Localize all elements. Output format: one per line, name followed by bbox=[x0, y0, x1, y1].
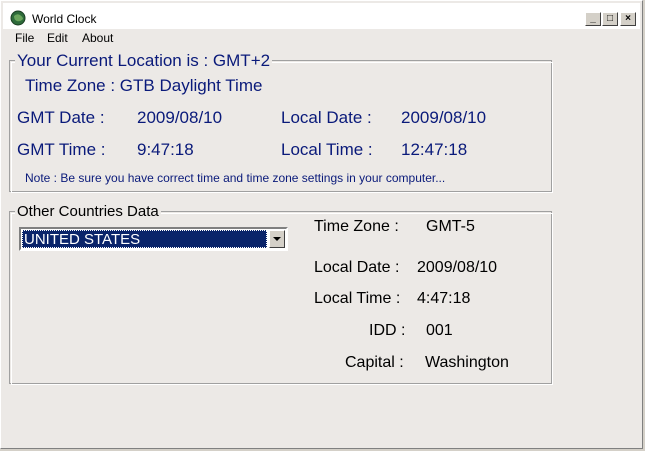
gmt-date-label: GMT Date : bbox=[17, 108, 105, 127]
other-timezone-value: GMT-5 bbox=[426, 218, 475, 235]
local-date-label: Local Date : bbox=[281, 108, 372, 127]
other-local-date-value: 2009/08/10 bbox=[417, 259, 498, 276]
close-button[interactable]: × bbox=[620, 12, 636, 26]
menu-about[interactable]: About bbox=[82, 31, 113, 45]
capital-label: Capital : bbox=[345, 354, 404, 371]
current-timezone-label: Time Zone : GTB Daylight Time bbox=[25, 76, 263, 95]
idd-label: IDD : bbox=[369, 322, 406, 339]
menu-bar: File Edit About bbox=[3, 29, 640, 47]
gmt-date-value: 2009/08/10 bbox=[137, 108, 223, 127]
other-local-time-value: 4:47:18 bbox=[417, 290, 471, 307]
gmt-time-label: GMT Time : bbox=[17, 140, 106, 159]
settings-note: Note : Be sure you have correct time and… bbox=[25, 171, 446, 185]
world-clock-window: World Clock _ □ × File Edit About Your C… bbox=[0, 0, 643, 449]
country-select-value: UNITED STATES bbox=[22, 230, 267, 248]
local-time-label: Local Time : bbox=[281, 140, 373, 159]
globe-icon bbox=[10, 10, 26, 26]
maximize-button[interactable]: □ bbox=[602, 12, 618, 26]
menu-file[interactable]: File bbox=[15, 31, 34, 45]
local-date-value: 2009/08/10 bbox=[401, 108, 487, 127]
capital-value: Washington bbox=[425, 354, 509, 371]
idd-value: 001 bbox=[426, 322, 453, 339]
country-select[interactable]: UNITED STATES bbox=[19, 227, 288, 251]
other-local-date-label: Local Date : bbox=[314, 259, 400, 276]
title-bar[interactable]: World Clock _ □ × bbox=[3, 3, 640, 29]
local-time-value: 12:47:18 bbox=[401, 140, 468, 159]
other-countries-legend: Other Countries Data bbox=[15, 203, 161, 220]
menu-edit[interactable]: Edit bbox=[47, 31, 68, 45]
other-local-time-label: Local Time : bbox=[314, 290, 401, 307]
gmt-time-value: 9:47:18 bbox=[137, 140, 194, 159]
dropdown-button[interactable] bbox=[269, 230, 285, 248]
other-timezone-label: Time Zone : bbox=[314, 218, 399, 235]
current-location-label: Your Current Location is : GMT+2 bbox=[15, 51, 273, 71]
window-title: World Clock bbox=[32, 12, 97, 26]
minimize-button[interactable]: _ bbox=[585, 12, 601, 26]
